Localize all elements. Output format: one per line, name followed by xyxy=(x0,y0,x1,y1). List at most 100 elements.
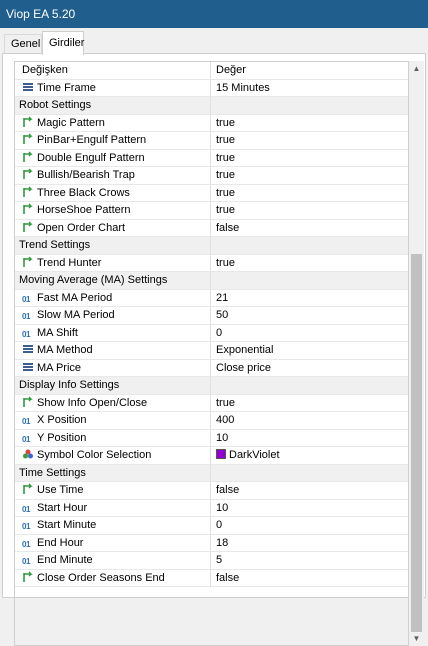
value-cell[interactable]: false xyxy=(211,570,408,587)
int-icon: 01 xyxy=(22,504,30,514)
param-value: 50 xyxy=(216,309,229,321)
param-row[interactable]: 01 Y Position 10 xyxy=(15,429,408,447)
param-name: Start Minute xyxy=(37,519,97,531)
param-row[interactable]: 01 Fast MA Period 21 xyxy=(15,289,408,307)
enum-icon xyxy=(22,343,34,355)
param-row[interactable]: Time Frame 15 Minutes xyxy=(15,79,408,97)
value-cell[interactable]: true xyxy=(211,167,408,184)
param-row[interactable]: Open Order Chart false xyxy=(15,219,408,237)
section-row[interactable]: Robot Settings xyxy=(15,97,408,115)
scroll-thumb[interactable] xyxy=(411,254,422,632)
section-row[interactable]: Time Settings xyxy=(15,464,408,482)
value-cell[interactable]: true xyxy=(211,395,408,412)
value-cell[interactable]: 50 xyxy=(211,307,408,324)
int-icon: 01 xyxy=(22,294,30,304)
bool-icon xyxy=(22,133,34,145)
value-cell[interactable]: 0 xyxy=(211,517,408,534)
scroll-up-icon[interactable]: ▲ xyxy=(409,61,424,76)
bool-icon xyxy=(22,116,34,128)
param-value: 400 xyxy=(216,414,235,426)
param-row[interactable]: Bullish/Bearish Trap true xyxy=(15,167,408,185)
value-cell[interactable]: true xyxy=(211,185,408,202)
param-name: MA Shift xyxy=(37,326,78,339)
tab-bar: Genel Girdiler xyxy=(0,28,428,55)
param-row[interactable]: MA Price Close price xyxy=(15,359,408,377)
param-value: true xyxy=(216,169,235,181)
value-cell[interactable]: Exponential xyxy=(211,342,408,359)
param-row[interactable]: 01 End Hour 18 xyxy=(15,534,408,552)
param-row[interactable]: 01 MA Shift 0 xyxy=(15,324,408,342)
bool-icon xyxy=(22,483,34,495)
param-row[interactable]: Show Info Open/Close true xyxy=(15,394,408,412)
value-cell[interactable]: 400 xyxy=(211,412,408,429)
param-value: 18 xyxy=(216,536,229,549)
param-value: true xyxy=(216,134,235,146)
param-row[interactable]: 01 X Position 400 xyxy=(15,412,408,430)
param-name: Y Position xyxy=(37,431,87,444)
value-cell[interactable]: 18 xyxy=(211,535,408,552)
param-name: End Minute xyxy=(37,554,93,566)
header-value[interactable]: Değer xyxy=(211,62,408,79)
param-row[interactable]: Magic Pattern true xyxy=(15,114,408,132)
variable-cell: PinBar+Engulf Pattern xyxy=(15,132,211,149)
value-cell[interactable]: 0 xyxy=(211,325,408,342)
value-cell[interactable]: true xyxy=(211,115,408,132)
value-cell[interactable]: true xyxy=(211,132,408,149)
param-value: Close price xyxy=(216,361,272,374)
param-row[interactable]: Trend Hunter true xyxy=(15,254,408,272)
section-label: Robot Settings xyxy=(19,99,92,111)
value-cell[interactable]: false xyxy=(211,482,408,499)
value-cell[interactable]: true xyxy=(211,202,408,219)
bool-icon xyxy=(22,203,34,215)
param-row[interactable]: 01 Start Hour 10 xyxy=(15,499,408,517)
param-row[interactable]: 01 End Minute 5 xyxy=(15,552,408,570)
value-cell[interactable]: DarkViolet xyxy=(211,447,408,464)
param-row[interactable]: 01 Slow MA Period 50 xyxy=(15,307,408,325)
value-cell[interactable]: 15 Minutes xyxy=(211,80,408,97)
section-label: Time Settings xyxy=(19,466,86,479)
bool-icon xyxy=(22,221,34,233)
int-icon: 01 xyxy=(22,557,30,567)
value-cell[interactable]: true xyxy=(211,255,408,272)
value-cell[interactable]: 21 xyxy=(211,290,408,307)
param-row[interactable]: MA Method Exponential xyxy=(15,342,408,360)
value-cell[interactable]: 10 xyxy=(211,500,408,517)
variable-cell: Show Info Open/Close xyxy=(15,394,211,411)
bool-icon xyxy=(22,168,34,180)
value-cell[interactable]: 5 xyxy=(211,552,408,569)
header-variable[interactable]: Değişken xyxy=(15,62,211,79)
param-name: Fast MA Period xyxy=(37,291,113,304)
int-icon: 01 xyxy=(22,522,30,532)
param-value: false xyxy=(216,484,240,496)
param-row[interactable]: Use Time false xyxy=(15,482,408,500)
tab-girdiler[interactable]: Girdiler xyxy=(42,31,84,55)
param-name: End Hour xyxy=(37,536,84,549)
tab-genel[interactable]: Genel xyxy=(4,34,42,54)
param-row[interactable]: Double Engulf Pattern true xyxy=(15,149,408,167)
param-row[interactable]: Close Order Seasons End false xyxy=(15,569,408,587)
value-cell[interactable]: Close price xyxy=(211,360,408,377)
param-name: Bullish/Bearish Trap xyxy=(37,169,135,181)
param-row[interactable]: HorseShoe Pattern true xyxy=(15,202,408,220)
variable-cell: Display Info Settings xyxy=(15,377,211,394)
vertical-scrollbar[interactable]: ▲ ▼ xyxy=(409,61,424,646)
param-row[interactable]: PinBar+Engulf Pattern true xyxy=(15,132,408,150)
variable-cell: 01 Start Minute xyxy=(15,517,211,534)
param-name: Slow MA Period xyxy=(37,309,115,321)
variable-cell: Bullish/Bearish Trap xyxy=(15,167,211,184)
variable-cell: 01 Y Position xyxy=(15,429,211,446)
param-row[interactable]: Symbol Color Selection DarkViolet xyxy=(15,447,408,465)
color-icon xyxy=(22,448,34,460)
section-row[interactable]: Moving Average (MA) Settings xyxy=(15,272,408,290)
section-row[interactable]: Trend Settings xyxy=(15,237,408,255)
param-row[interactable]: 01 Start Minute 0 xyxy=(15,517,408,535)
param-name: Start Hour xyxy=(37,501,88,514)
value-cell[interactable]: false xyxy=(211,220,408,237)
section-row[interactable]: Display Info Settings xyxy=(15,377,408,395)
value-cell[interactable]: 10 xyxy=(211,430,408,447)
value-cell xyxy=(211,465,408,482)
param-row[interactable]: Three Black Crows true xyxy=(15,184,408,202)
value-cell[interactable]: true xyxy=(211,150,408,167)
scroll-down-icon[interactable]: ▼ xyxy=(409,631,424,646)
variable-cell: Close Order Seasons End xyxy=(15,569,211,586)
